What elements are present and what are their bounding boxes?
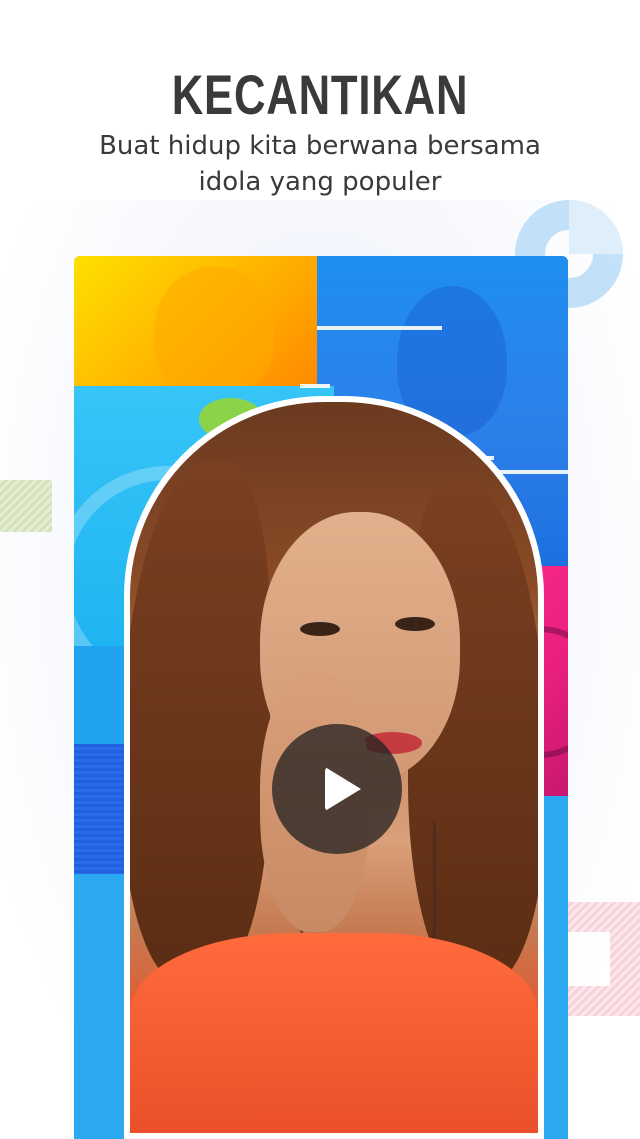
play-button[interactable] [272, 724, 402, 854]
decorative-stripes-right [566, 902, 640, 1016]
collage-tile-yellow [74, 256, 317, 386]
page-title: KECANTIKAN [171, 63, 469, 126]
video-preview-card[interactable] [74, 256, 568, 1139]
decorative-stripes-left [0, 480, 52, 532]
page-subtitle: Buat hidup kita berwana bersama idola ya… [99, 131, 541, 197]
glitch-line [300, 384, 330, 388]
glitch-line [317, 326, 442, 330]
play-icon [325, 767, 361, 811]
